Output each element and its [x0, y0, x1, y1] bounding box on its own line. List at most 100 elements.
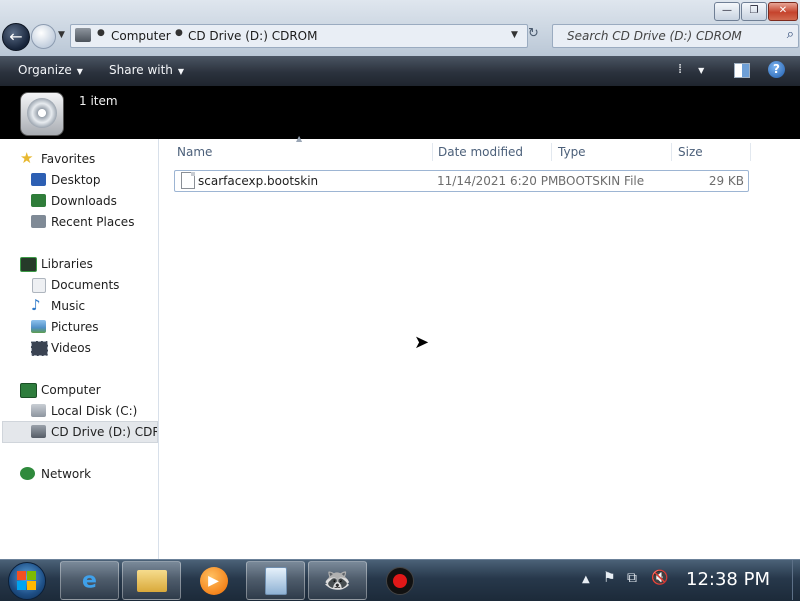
breadcrumb-separator[interactable]: ●: [175, 28, 183, 38]
search-input[interactable]: Search CD Drive (D:) CDROM: [567, 29, 742, 43]
file-row[interactable]: scarfacexp.bootskin 11/14/2021 6:20 PM B…: [174, 170, 749, 192]
nav-music[interactable]: ♪ Music: [0, 296, 158, 316]
nav-label: Pictures: [51, 320, 99, 334]
taskbar-internet-explorer[interactable]: e: [60, 561, 119, 600]
computer-icon: [20, 383, 37, 398]
nav-label: Recent Places: [51, 215, 135, 229]
search-box[interactable]: Search CD Drive (D:) CDROM ⌕: [552, 24, 799, 48]
raccoon-app-icon: 🦝: [323, 568, 352, 593]
help-icon: ?: [773, 62, 780, 76]
nav-computer[interactable]: Computer: [0, 380, 158, 400]
close-button[interactable]: ✕: [768, 2, 798, 21]
address-bar[interactable]: ● Computer ● CD Drive (D:) CDROM ▼: [70, 24, 528, 48]
column-header-type[interactable]: Type: [558, 145, 586, 159]
system-clock[interactable]: 12:38 PM: [686, 569, 770, 590]
nav-downloads[interactable]: Downloads: [0, 191, 158, 211]
nav-label: CD Drive (D:) CDROM: [51, 425, 157, 439]
file-name: scarfacexp.bootskin: [198, 174, 319, 188]
volume-muted-icon[interactable]: 🔇: [651, 570, 668, 586]
search-icon[interactable]: ⌕: [787, 27, 794, 42]
pictures-icon: [31, 320, 46, 333]
column-divider[interactable]: [750, 143, 751, 161]
music-icon: ♪: [31, 296, 41, 314]
show-desktop-button[interactable]: [792, 560, 800, 600]
star-icon: ★: [20, 149, 34, 167]
close-icon: ✕: [778, 5, 788, 16]
recent-pages-dropdown[interactable]: ▼: [58, 30, 65, 40]
network-status-icon[interactable]: ⧉: [627, 570, 637, 586]
details-header-panel: [0, 86, 800, 139]
view-icon: ⁞: [678, 62, 683, 77]
nav-label: Desktop: [51, 173, 101, 187]
organize-label: Organize: [18, 63, 72, 77]
nav-cd-drive[interactable]: CD Drive (D:) CDROM: [2, 421, 158, 443]
file-icon: [181, 172, 195, 189]
share-with-menu[interactable]: Share with ▼: [109, 63, 184, 77]
nav-local-disk[interactable]: Local Disk (C:): [0, 401, 158, 421]
downloads-icon: [31, 194, 46, 207]
breadcrumb-separator[interactable]: ●: [97, 28, 105, 38]
cd-drive-large-icon: [20, 92, 64, 136]
breadcrumb-computer[interactable]: Computer: [111, 29, 171, 43]
start-button[interactable]: [8, 562, 46, 600]
refresh-button[interactable]: ↻: [528, 26, 539, 41]
taskbar-raccoon-app[interactable]: 🦝: [308, 561, 367, 600]
chevron-down-icon: ▼: [698, 66, 705, 75]
share-with-label: Share with: [109, 63, 173, 77]
nav-favorites[interactable]: ★ Favorites: [0, 149, 158, 169]
nav-label: Computer: [41, 383, 101, 397]
minimize-icon: —: [722, 5, 732, 16]
desktop-icon: [31, 173, 46, 186]
nav-label: Documents: [51, 278, 120, 292]
organize-menu[interactable]: Organize ▼: [18, 63, 83, 77]
nav-label: Music: [51, 299, 86, 313]
network-icon: [20, 467, 35, 480]
action-center-flag-icon[interactable]: ⚑: [603, 570, 616, 586]
nav-libraries[interactable]: Libraries: [0, 254, 158, 274]
file-size: 29 KB: [708, 174, 744, 188]
taskbar-windows-explorer[interactable]: [122, 561, 181, 600]
file-type: BOOTSKIN File: [558, 174, 645, 188]
minimize-button[interactable]: —: [714, 2, 740, 21]
windows-logo-icon: [17, 571, 37, 591]
breadcrumb-cd-drive[interactable]: CD Drive (D:) CDROM: [188, 29, 317, 43]
mouse-cursor-icon: ➤: [414, 332, 430, 353]
column-divider[interactable]: [671, 143, 672, 161]
chevron-down-icon: ▼: [177, 67, 185, 76]
recent-places-icon: [31, 215, 46, 228]
taskbar-recycle-bin[interactable]: [246, 561, 305, 600]
preview-pane-button[interactable]: [734, 63, 750, 78]
internet-explorer-icon: e: [82, 568, 97, 593]
documents-icon: [32, 278, 46, 293]
file-date-modified: 11/14/2021 6:20 PM: [437, 174, 559, 188]
back-button[interactable]: ←: [2, 23, 30, 51]
address-dropdown-icon[interactable]: ▼: [511, 30, 518, 40]
show-hidden-icons-button[interactable]: ▲: [582, 574, 590, 585]
nav-recent-places[interactable]: Recent Places: [0, 212, 158, 232]
nav-label: Libraries: [41, 257, 93, 271]
videos-icon: [31, 341, 48, 356]
taskbar-recorder[interactable]: [370, 561, 429, 600]
maximize-button[interactable]: ❐: [741, 2, 767, 21]
nav-label: Downloads: [51, 194, 117, 208]
column-header-size[interactable]: Size: [678, 145, 703, 159]
media-player-icon: ▶: [199, 566, 228, 595]
nav-videos[interactable]: Videos: [0, 338, 158, 358]
change-view-button[interactable]: ⁞ ▼: [678, 62, 704, 77]
column-header-name[interactable]: Name: [177, 145, 212, 159]
taskbar-media-player[interactable]: ▶: [184, 561, 243, 600]
nav-documents[interactable]: Documents: [0, 275, 158, 295]
cd-drive-icon: [75, 28, 91, 42]
forward-button[interactable]: [31, 24, 56, 49]
help-button[interactable]: ?: [768, 61, 785, 78]
column-header-date-modified[interactable]: Date modified: [438, 145, 523, 159]
nav-pictures[interactable]: Pictures: [0, 317, 158, 337]
windows-explorer-icon: [136, 569, 167, 592]
recycle-bin-icon: [264, 566, 287, 595]
column-divider[interactable]: [432, 143, 433, 161]
nav-desktop[interactable]: Desktop: [0, 170, 158, 190]
nav-network[interactable]: Network: [0, 464, 158, 484]
column-divider[interactable]: [551, 143, 552, 161]
preview-pane-icon: [742, 64, 749, 77]
back-arrow-icon: ←: [9, 27, 23, 46]
